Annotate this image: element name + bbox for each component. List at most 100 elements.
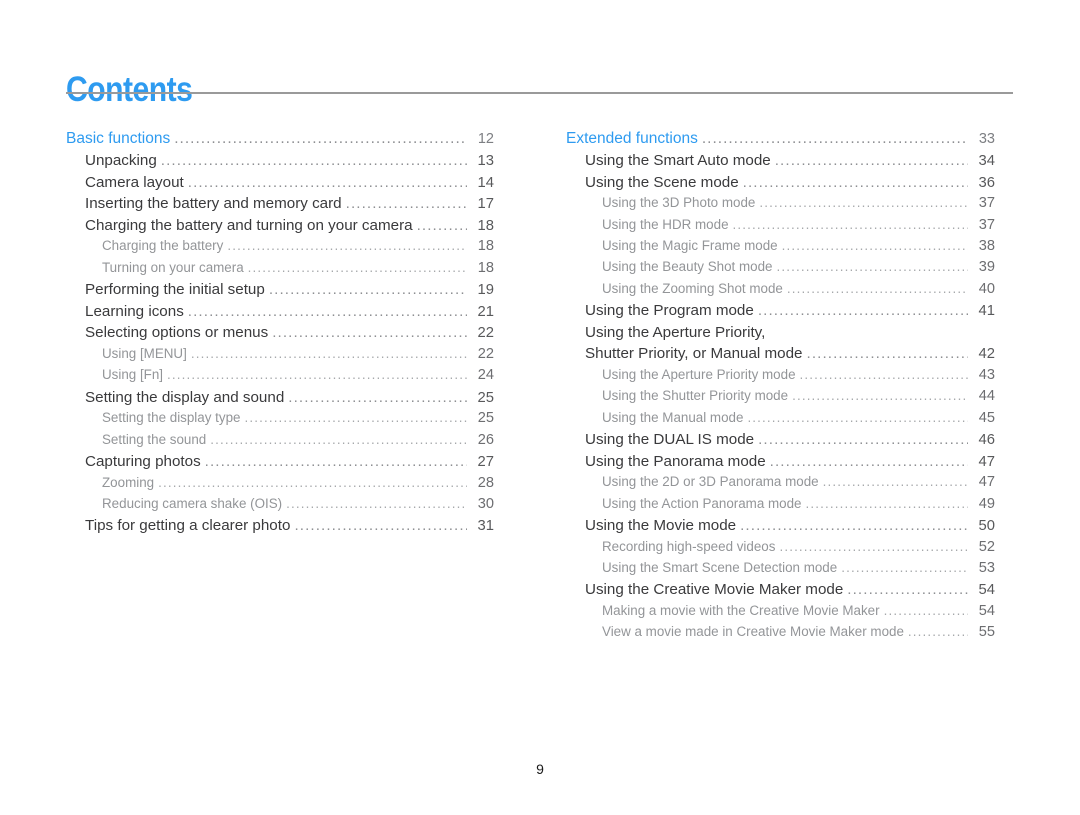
leader-dots [884,603,968,616]
leader-dots [776,259,968,272]
leader-dots [758,302,968,317]
toc-entry-basic-functions[interactable]: Basic functions 12 [66,130,494,152]
toc-entry-label: Performing the initial setup [85,281,265,299]
toc-entry-page-number: 19 [477,282,494,299]
toc-entry-zooming[interactable]: Zooming 28 [66,475,494,496]
toc-entry-label: Using the Shutter Priority mode [602,388,789,404]
toc-entry-using-the-zooming-shot-mode[interactable]: Using the Zooming Shot mode 40 [566,281,995,302]
toc-entry-using-the-panorama-mode[interactable]: Using the Panorama mode 47 [566,453,995,475]
leader-dots [417,217,467,232]
toc-entry-using-the-manual-mode[interactable]: Using the Manual mode 45 [566,410,995,431]
toc-entry-label: Using the Smart Auto mode [585,152,771,169]
toc-entry-label: Zooming [102,474,155,490]
toc-entry-label: Using the Scene mode [585,173,739,191]
toc-entry-using-the-aperture-priority-mode[interactable]: Using the Aperture Priority mode 43 [566,367,995,388]
toc-entry-page-number: 17 [477,196,494,213]
toc-entry-page-number: 44 [978,388,995,405]
toc-entry-page-number: 55 [978,624,995,641]
toc-entry-page-number: 24 [477,367,494,384]
toc-entry-using-the-smart-scene-detection-mode[interactable]: Using the Smart Scene Detection mode 53 [566,560,995,581]
toc-entry-label: Using the HDR mode [602,216,729,232]
leader-dots [191,346,467,359]
toc-entry-page-number: 18 [477,217,494,234]
toc-entry-setting-the-display-and-sound[interactable]: Setting the display and sound 25 [66,389,494,411]
leader-dots [740,517,968,532]
toc-entry-label: Using the Action Panorama mode [602,495,802,511]
leader-dots [286,496,467,509]
toc-entry-using-the-smart-auto-mode[interactable]: Using the Smart Auto mode 34 [566,152,995,174]
toc-entry-selecting-options-or-menus[interactable]: Selecting options or menus 22 [66,324,494,346]
toc-entry-using-the-aperture-priority[interactable]: Using the Aperture Priority, [566,324,995,346]
toc-entry-using-the-dual-is-mode[interactable]: Using the DUAL IS mode 46 [566,431,995,453]
toc-entry-label: Using the 3D Photo mode [602,195,756,211]
leader-dots [841,560,968,573]
toc-entry-page-number: 30 [477,496,494,513]
toc-entry-label: Recording high-speed videos [602,538,776,554]
toc-entry-using-the-hdr-mode[interactable]: Using the HDR mode 37 [566,217,995,238]
leader-dots [758,431,968,446]
toc-entry-tips-for-getting-a-clearer-photo[interactable]: Tips for getting a clearer photo 31 [66,517,494,539]
toc-entry-label: Making a movie with the Creative Movie M… [602,603,880,619]
toc-entry-charging-the-battery[interactable]: Charging the battery 18 [66,238,494,259]
toc-entry-setting-the-display-type[interactable]: Setting the display type 25 [66,410,494,431]
toc-entry-view-a-movie-made-in-creative-movie-maker-mode[interactable]: View a movie made in Creative Movie Make… [566,624,995,645]
toc-entry-label: Setting the sound [102,431,207,447]
toc-entry-using-the-scene-mode[interactable]: Using the Scene mode 36 [566,174,995,196]
leader-dots [288,389,467,404]
leader-dots [759,195,968,208]
toc-entry-label: Charging the battery and turning on your… [85,216,413,234]
toc-entry-using-menu[interactable]: Using [MENU] 22 [66,346,494,367]
toc-entry-performing-the-initial-setup[interactable]: Performing the initial setup 19 [66,281,494,303]
toc-entry-using-fn[interactable]: Using [Fn] 24 [66,367,494,388]
toc-entry-label: Selecting options or menus [85,324,269,342]
toc-entry-using-the-beauty-shot-mode[interactable]: Using the Beauty Shot mode 39 [566,259,995,280]
toc-entry-capturing-photos[interactable]: Capturing photos 27 [66,453,494,475]
toc-entry-label: Using the Zooming Shot mode [602,280,783,296]
toc-entry-unpacking[interactable]: Unpacking 13 [66,152,494,174]
toc-entry-extended-functions[interactable]: Extended functions 33 [566,130,995,152]
toc-entry-page-number: 21 [477,303,494,320]
toc-entry-turning-on-your-camera[interactable]: Turning on your camera 18 [66,260,494,281]
toc-entry-shutter-priority-or-manual-mode[interactable]: Shutter Priority, or Manual mode 42 [566,345,995,367]
toc-entry-inserting-the-battery-and-memory-card[interactable]: Inserting the battery and memory card 17 [66,195,494,217]
leader-dots [806,496,969,509]
toc-entry-label: Camera layout [85,173,184,191]
toc-entry-page-number: 52 [978,538,995,555]
leader-dots [158,475,467,488]
toc-entry-page-number: 36 [978,174,995,191]
toc-entry-using-the-creative-movie-maker-mode[interactable]: Using the Creative Movie Maker mode 54 [566,581,995,603]
leader-dots [244,410,467,423]
leader-dots [188,174,467,189]
toc-entry-reducing-camera-shake-ois[interactable]: Reducing camera shake (OIS) 30 [66,496,494,517]
toc-entry-label: Using the Program mode [585,302,754,320]
toc-entry-using-the-2d-or-3d-panorama-mode[interactable]: Using the 2D or 3D Panorama mode 47 [566,474,995,495]
leader-dots [782,238,968,251]
toc-entry-recording-high-speed-videos[interactable]: Recording high-speed videos 52 [566,539,995,560]
leader-dots [787,281,968,294]
toc-entry-camera-layout[interactable]: Camera layout 14 [66,174,494,196]
leader-dots [205,453,467,468]
toc-entry-learning-icons[interactable]: Learning icons 21 [66,303,494,325]
leader-dots [779,539,968,552]
toc-entry-using-the-shutter-priority-mode[interactable]: Using the Shutter Priority mode 44 [566,388,995,409]
toc-entry-using-the-magic-frame-mode[interactable]: Using the Magic Frame mode 38 [566,238,995,259]
toc-entry-page-number: 25 [477,389,494,406]
toc-entry-page-number: 43 [978,366,995,383]
leader-dots [702,130,968,146]
toc-entry-label: Learning icons [85,302,184,320]
toc-entry-label: Extended functions [566,130,698,147]
toc-entry-setting-the-sound[interactable]: Setting the sound 26 [66,432,494,453]
title-divider [66,92,1013,94]
toc-entry-page-number: 18 [477,259,494,276]
toc-entry-using-the-action-panorama-mode[interactable]: Using the Action Panorama mode 49 [566,496,995,517]
toc-entry-using-the-3d-photo-mode[interactable]: Using the 3D Photo mode 37 [566,195,995,216]
toc-entry-using-the-movie-mode[interactable]: Using the Movie mode 50 [566,517,995,539]
leader-dots [248,260,467,273]
toc-entry-using-the-program-mode[interactable]: Using the Program mode 41 [566,302,995,324]
toc-entry-label: Setting the display and sound [85,388,285,406]
toc-entry-page-number: 47 [978,474,995,491]
toc-entry-label: Using the Aperture Priority mode [602,366,796,382]
toc-entry-charging-the-battery-and-turning-on-your-camera[interactable]: Charging the battery and turning on your… [66,217,494,239]
leader-dots [800,367,968,380]
toc-entry-making-a-movie-with-the-creative-movie-maker[interactable]: Making a movie with the Creative Movie M… [566,603,995,624]
